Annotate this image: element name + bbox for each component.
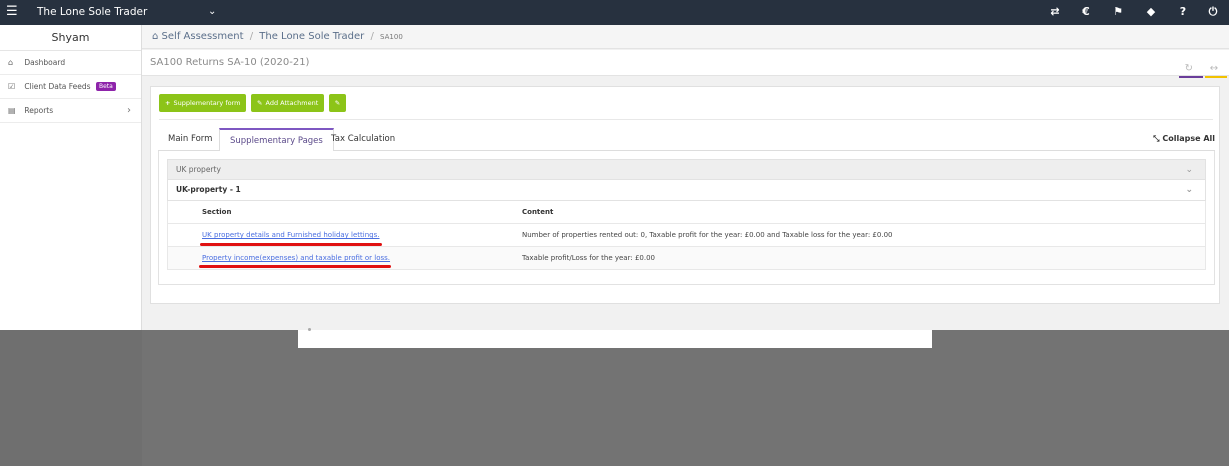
- home-icon: ⌂: [152, 31, 159, 42]
- sidebar-item-label: Client Data Feeds: [24, 82, 91, 91]
- supplementary-pages-content: UK property ⌄ UK-property - 1 ⌄ Section …: [158, 151, 1215, 285]
- brand-name[interactable]: The Lone Sole Trader: [37, 5, 147, 19]
- main-content: ⌂ Self Assessment / The Lone Sole Trader…: [142, 25, 1229, 330]
- toolbar: + Supplementary form ✎ Add Attachment ✎: [159, 94, 348, 112]
- column-header-content: Content: [522, 208, 554, 216]
- red-underline-annotation: [199, 265, 391, 268]
- file-icon: ▤: [8, 106, 16, 115]
- megaphone-icon[interactable]: ⚑: [1110, 5, 1126, 19]
- refresh-indicator: [1179, 76, 1203, 78]
- chevron-down-icon[interactable]: ⌄: [1185, 180, 1193, 200]
- return-panel: + Supplementary form ✎ Add Attachment ✎ Ma…: [150, 86, 1220, 304]
- paperclip-icon: ✎: [257, 99, 263, 107]
- column-header-section: Section: [202, 208, 232, 216]
- divider: [159, 119, 1213, 120]
- collapse-all-button[interactable]: ⤡ Collapse All: [1153, 128, 1215, 150]
- breadcrumb-client[interactable]: The Lone Sole Trader: [259, 31, 364, 42]
- chevron-down-icon[interactable]: ⌄: [1185, 160, 1193, 180]
- subsection-header[interactable]: UK-property - 1 ⌄: [167, 180, 1206, 201]
- red-underline-annotation: [200, 243, 382, 246]
- sidebar-item-client-data-feeds[interactable]: ☑ Client Data Feeds Beta: [0, 75, 141, 99]
- tab-bar: Main Form Supplementary Pages Tax Calcul…: [158, 128, 1215, 152]
- tab-supplementary-pages[interactable]: Supplementary Pages: [219, 128, 334, 152]
- sidebar-item-label: Dashboard: [24, 58, 66, 67]
- page-header: SA100 Returns SA-10 (2020-21) ↻ ↔: [142, 50, 1229, 76]
- breadcrumb-separator: /: [370, 31, 374, 42]
- content-cell: Taxable profit/Loss for the year: £0.00: [522, 254, 655, 262]
- refresh-icon[interactable]: ↻: [1178, 56, 1200, 82]
- tab-tax-calculation[interactable]: Tax Calculation: [321, 128, 405, 151]
- chevron-down-icon[interactable]: ⌄: [208, 5, 216, 19]
- chevron-right-icon: ›: [127, 105, 131, 116]
- sidebar-item-dashboard[interactable]: ⌂ Dashboard: [0, 51, 141, 75]
- page-title: SA100 Returns SA-10 (2020-21): [150, 57, 310, 68]
- breadcrumb-separator: /: [249, 31, 254, 42]
- section-table: Section Content UK property details and …: [167, 201, 1206, 270]
- modal-dialog: [298, 328, 932, 348]
- edit-icon: ✎: [334, 99, 341, 107]
- table-row: UK property details and Furnished holida…: [167, 224, 1206, 247]
- breadcrumb: ⌂ Self Assessment / The Lone Sole Trader…: [142, 25, 1229, 49]
- section-title: UK property: [176, 165, 221, 174]
- supplementary-form-button[interactable]: + Supplementary form: [159, 94, 247, 112]
- tag-icon[interactable]: ◆: [1143, 5, 1159, 19]
- sidebar-overlay: [0, 330, 142, 466]
- compress-icon: ⤡: [1153, 134, 1160, 143]
- table-row: Property income(expenses) and taxable pr…: [167, 247, 1206, 270]
- collapse-all-label: Collapse All: [1162, 134, 1215, 143]
- add-attachment-label: Add Attachment: [265, 99, 319, 107]
- hamburger-menu-icon[interactable]: ☰: [6, 4, 18, 20]
- breadcrumb-self-assessment[interactable]: Self Assessment: [162, 31, 244, 42]
- content-cell: Number of properties rented out: 0, Taxa…: [522, 231, 893, 239]
- add-attachment-button[interactable]: ✎ Add Attachment: [251, 94, 325, 112]
- power-icon[interactable]: ⏻: [1205, 5, 1221, 19]
- plus-icon: +: [165, 99, 171, 107]
- expand-icon[interactable]: ↔: [1203, 56, 1225, 82]
- header-actions: ↻ ↔: [1178, 56, 1225, 82]
- subsection-title: UK-property - 1: [176, 185, 241, 194]
- edit-button[interactable]: ✎: [328, 94, 347, 112]
- transfer-icon[interactable]: ⇄: [1047, 5, 1063, 19]
- tab-main-form[interactable]: Main Form: [158, 128, 222, 151]
- top-navbar: ☰ The Lone Sole Trader ⌄ ⇄ € ⚑ ◆ ? ⏻: [0, 0, 1229, 25]
- dialog-marker: [308, 328, 311, 331]
- table-header-row: Section Content: [167, 201, 1206, 224]
- currency-icon[interactable]: €: [1078, 5, 1094, 19]
- supplementary-form-label: Supplementary form: [173, 99, 241, 107]
- user-name: Shyam: [0, 25, 141, 51]
- section-header-uk-property[interactable]: UK property ⌄: [167, 159, 1206, 180]
- home-icon: ⌂: [8, 58, 14, 67]
- checkbox-icon: ☑: [8, 82, 16, 91]
- sidebar-item-label: Reports: [24, 106, 54, 115]
- sidebar: Shyam ⌂ Dashboard ☑ Client Data Feeds Be…: [0, 25, 142, 330]
- help-icon[interactable]: ?: [1175, 5, 1191, 19]
- expand-indicator: [1205, 76, 1227, 78]
- breadcrumb-current: SA100: [380, 33, 403, 41]
- beta-badge: Beta: [95, 82, 116, 91]
- sidebar-item-reports[interactable]: ▤ Reports ›: [0, 99, 141, 123]
